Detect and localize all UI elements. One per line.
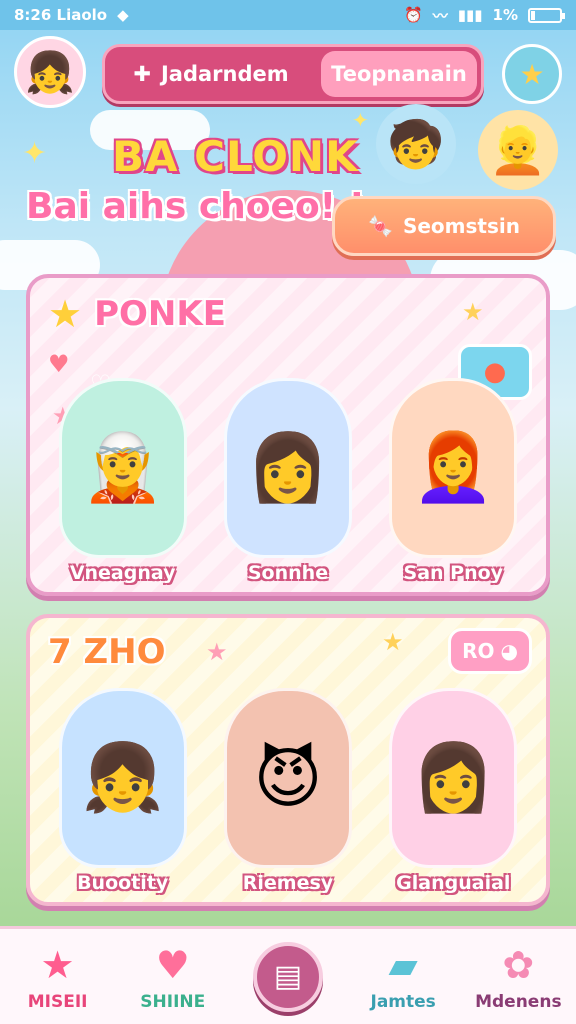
nav-item-jamtes[interactable]: ▰ Jamtes (353, 942, 453, 1012)
star-icon: ★ (40, 942, 75, 987)
card-title-row: 7 ZHO (48, 632, 166, 672)
status-time: 8:26 Liaolo (14, 6, 108, 24)
tab-active[interactable]: ✚ Jadarndem (105, 47, 317, 101)
battery-icon (528, 7, 565, 23)
nav-label: MISEII (27, 991, 88, 1012)
battery-percent: 1% (492, 6, 518, 24)
tab-switch: ✚ Jadarndem Teopnanain (102, 44, 484, 104)
star-icon: ★ (206, 638, 228, 666)
candy-icon: 🍬 (368, 214, 393, 238)
tab-active-label: Jadarndem (160, 62, 289, 86)
card-title-row: ★ PONKE (48, 292, 226, 336)
star-icon: ★ (48, 292, 83, 336)
tab-inactive-label: Teopnanain (331, 62, 467, 86)
nav-item-shiine[interactable]: ♥ SHIINE (123, 942, 223, 1012)
card-badge[interactable]: RO ◕ (448, 628, 532, 674)
heart-icon: ♥ (155, 942, 190, 987)
character-row: 🧝 Vneagnay 👩 Sonnhe 👩‍🦰 San Pnoy (40, 378, 536, 584)
character[interactable]: 👩 Sonnhe (223, 378, 352, 584)
search-button-label: Seomstsin (402, 214, 520, 238)
character[interactable]: 👩 Glanguaial (389, 688, 518, 894)
character-portrait: 👱 (478, 110, 558, 190)
heart-icon: ♥ (48, 350, 70, 378)
character-name: Buootity (77, 872, 169, 894)
tab-inactive[interactable]: Teopnanain (321, 51, 477, 97)
character[interactable]: 😈 Riemesy (223, 688, 352, 894)
character-portrait: 👩 (223, 378, 352, 558)
character-portrait: 😈 (223, 688, 352, 868)
nav-item-center[interactable]: ▤ (238, 941, 338, 1012)
nav-item-misei[interactable]: ★ MISEII (8, 942, 108, 1012)
character-portrait: 🧒 (376, 104, 456, 184)
character[interactable]: 👧 Buootity (58, 688, 187, 894)
character-row: 👧 Buootity 😈 Riemesy 👩 Glanguaial (40, 688, 536, 894)
nav-label: SHIINE (140, 991, 206, 1012)
character-name: Sonnhe (247, 562, 329, 584)
flower-icon: ✿ (502, 942, 535, 987)
avatar-icon: 👧 (25, 49, 75, 96)
character[interactable]: 🧝 Vneagnay (58, 378, 187, 584)
star-icon: ★ (382, 628, 404, 656)
folder-icon: ▰ (388, 942, 418, 987)
wifi-icon: 〰 (432, 6, 448, 25)
character-name: San Pnoy (403, 562, 504, 584)
gamepad-icon: ✚ (133, 62, 151, 86)
bubble-icon: ◕ (500, 639, 518, 663)
status-bar: 8:26 Liaolo ◆ ⏰ 〰 ▮▮▮ 1% (0, 0, 576, 30)
character-portrait: 👩‍🦰 (389, 378, 518, 558)
nav-label: Jamtes (370, 991, 436, 1012)
search-button[interactable]: 🍬 Seomstsin (332, 196, 556, 256)
bottom-nav: ★ MISEII ♥ SHIINE ▤ ▰ Jamtes ✿ Mdenens (0, 926, 576, 1024)
alarm-icon: ⏰ (404, 6, 423, 24)
diamond-icon: ◆ (117, 6, 129, 24)
character-name: Glanguaial (396, 872, 511, 894)
character[interactable]: 👩‍🦰 San Pnoy (389, 378, 518, 584)
character-card[interactable]: ★ PONKE ● ♥ ♡ ★ ★ 🧝 Vneagnay 👩 Sonnhe 👩‍… (26, 274, 550, 596)
character-portrait: 👩 (389, 688, 518, 868)
player-avatar[interactable]: 👧 (14, 36, 86, 108)
character-portrait: 🧝 (58, 378, 187, 558)
card-title: PONKE (94, 294, 226, 334)
nav-item-mdenens[interactable]: ✿ Mdenens (468, 942, 568, 1012)
star-icon: ★ (519, 57, 545, 91)
settings-button[interactable]: ★ (502, 44, 562, 104)
character-card[interactable]: 7 ZHO RO ◕ ★ ★ 👧 Buootity 😈 Riemesy 👩 Gl… (26, 614, 550, 906)
game-subtitle: Bai aihs choeo! ! (26, 186, 366, 227)
notes-icon: ▤ (252, 941, 323, 1012)
character-name: Riemesy (242, 872, 334, 894)
card-badge-label: RO (462, 639, 495, 663)
character-portrait: 👧 (58, 688, 187, 868)
card-title: 7 ZHO (48, 632, 166, 672)
character-name: Vneagnay (69, 562, 176, 584)
game-title: BA CLONK (112, 132, 359, 181)
sparkle-icon: ✦ (352, 108, 369, 132)
sparkle-icon: ✦ (22, 136, 48, 171)
nav-label: Mdenens (475, 991, 562, 1012)
star-icon: ★ (462, 298, 484, 326)
signal-icon: ▮▮▮ (457, 6, 483, 24)
